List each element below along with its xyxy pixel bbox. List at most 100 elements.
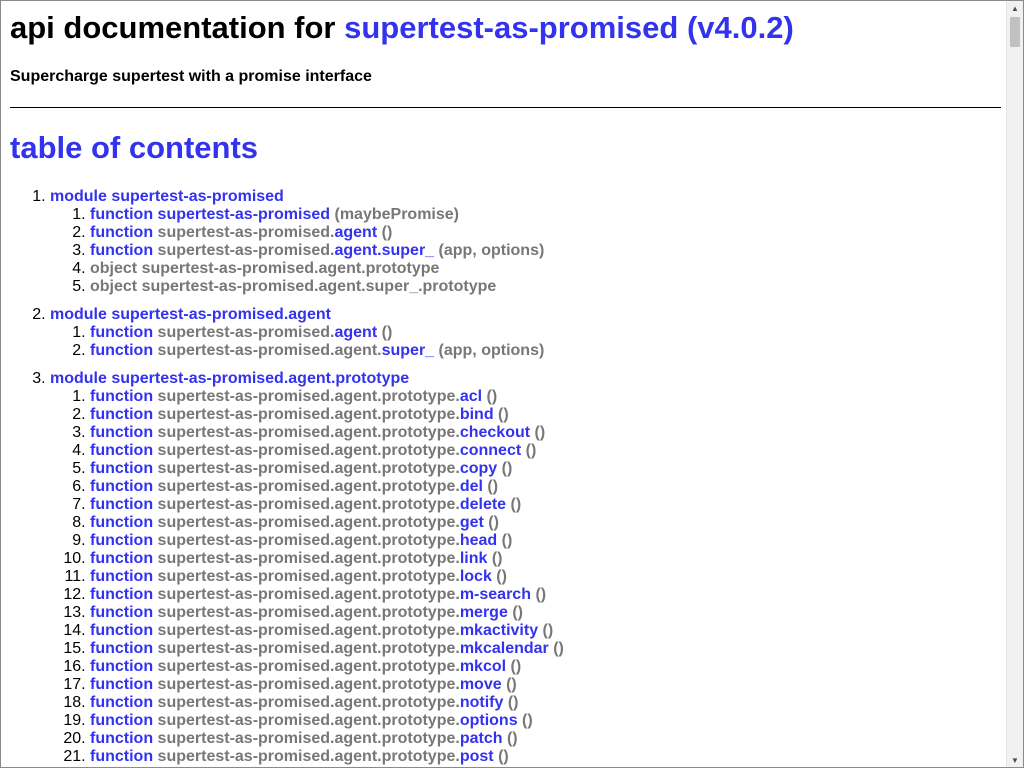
function-name-link[interactable]: mkcol xyxy=(460,658,506,675)
module-link[interactable]: module supertest-as-promised.agent.proto… xyxy=(50,370,409,387)
function-name-link[interactable]: notify xyxy=(460,694,504,711)
function-args: () xyxy=(486,388,498,405)
function-name-link[interactable]: post xyxy=(460,748,494,765)
function-name-link[interactable]: del xyxy=(460,478,483,495)
toc-module-list: module supertest-as-promisedfunction sup… xyxy=(10,188,564,767)
function-keyword-link[interactable]: function xyxy=(90,460,153,477)
toc-entry: function supertest-as-promised.agent.pro… xyxy=(90,748,564,766)
function-keyword-link[interactable]: function xyxy=(90,342,153,359)
module-link[interactable]: module supertest-as-promised.agent xyxy=(50,306,331,323)
namespace-prefix: supertest-as-promised.agent.prototype. xyxy=(157,712,460,729)
scroll-down-arrow-icon[interactable]: ▼ xyxy=(1007,753,1023,767)
function-name-link[interactable]: head xyxy=(460,532,497,549)
namespace-prefix: supertest-as-promised.agent.prototype. xyxy=(157,568,460,585)
function-name-link[interactable]: bind xyxy=(460,406,494,423)
toc-entry: function supertest-as-promised.agent.sup… xyxy=(90,342,564,360)
function-name-link[interactable]: mkcalendar xyxy=(460,640,549,657)
function-keyword-link[interactable]: function xyxy=(90,324,153,341)
function-name-link[interactable]: options xyxy=(460,712,518,729)
function-name-link[interactable]: agent xyxy=(334,324,377,341)
scroll-up-arrow-icon[interactable]: ▲ xyxy=(1007,1,1023,15)
function-name-link[interactable]: super_ xyxy=(382,342,434,359)
function-name-link[interactable]: merge xyxy=(460,604,508,621)
namespace-prefix: supertest-as-promised.agent.prototype. xyxy=(157,406,460,423)
page-title: api documentation for supertest-as-promi… xyxy=(10,10,794,46)
function-name-link[interactable]: m-search xyxy=(460,586,531,603)
namespace-prefix: supertest-as-promised.agent.prototype. xyxy=(157,730,460,747)
function-keyword-link[interactable]: function xyxy=(90,622,153,639)
function-args: () xyxy=(534,424,546,441)
function-keyword-link[interactable]: function xyxy=(90,640,153,657)
function-args: () xyxy=(501,532,513,549)
toc-entry: function supertest-as-promised.agent () xyxy=(90,324,564,342)
function-keyword-link[interactable]: function xyxy=(90,514,153,531)
function-keyword-link[interactable]: function xyxy=(90,442,153,459)
function-name-link[interactable]: agent xyxy=(334,224,377,241)
function-name-link[interactable]: move xyxy=(460,676,502,693)
toc-function-list: function supertest-as-promised.agent ()f… xyxy=(50,324,564,360)
function-name-link[interactable]: mkactivity xyxy=(460,622,538,639)
function-keyword-link[interactable]: function xyxy=(90,586,153,603)
function-name-link[interactable]: acl xyxy=(460,388,482,405)
toc-entry: function supertest-as-promised.agent.pro… xyxy=(90,442,564,460)
function-name-link[interactable]: copy xyxy=(460,460,497,477)
function-keyword-link[interactable]: function xyxy=(90,694,153,711)
toc-entry: function supertest-as-promised.agent.pro… xyxy=(90,568,564,586)
package-description: Supercharge supertest with a promise int… xyxy=(10,68,372,85)
vertical-scrollbar[interactable]: ▲ ▼ xyxy=(1006,1,1023,767)
package-link[interactable]: supertest-as-promised (v4.0.2) xyxy=(344,10,794,45)
function-keyword-link[interactable]: function xyxy=(90,406,153,423)
function-keyword-link[interactable]: function xyxy=(90,550,153,567)
function-keyword-link[interactable]: function xyxy=(90,206,153,223)
toc-entry: function supertest-as-promised.agent.pro… xyxy=(90,712,564,730)
function-args: () xyxy=(512,604,523,621)
function-keyword-link[interactable]: function xyxy=(90,532,153,549)
function-keyword-link[interactable]: function xyxy=(90,224,153,241)
function-args: () xyxy=(498,406,509,423)
function-keyword-link[interactable]: function xyxy=(90,730,153,747)
function-name-link[interactable]: lock xyxy=(460,568,492,585)
function-keyword-link[interactable]: function xyxy=(90,478,153,495)
function-args: () xyxy=(381,224,393,241)
toc-entry: function supertest-as-promised.agent.pro… xyxy=(90,550,564,568)
page-title-prefix: api documentation for xyxy=(10,10,336,45)
function-keyword-link[interactable]: function xyxy=(90,676,153,693)
function-keyword-link[interactable]: function xyxy=(90,496,153,513)
namespace-prefix: supertest-as-promised.agent.prototype. xyxy=(157,460,460,477)
object-entry: object supertest-as-promised.agent.proto… xyxy=(90,260,440,277)
function-name-link[interactable]: link xyxy=(460,550,488,567)
function-args: (maybePromise) xyxy=(334,206,460,223)
module-link[interactable]: module supertest-as-promised xyxy=(50,188,284,205)
function-name-link[interactable]: connect xyxy=(460,442,521,459)
function-args: (app, options) xyxy=(438,242,545,259)
toc-entry: function supertest-as-promised.agent.pro… xyxy=(90,604,564,622)
function-keyword-link[interactable]: function xyxy=(90,424,153,441)
toc-entry: function supertest-as-promised (maybePro… xyxy=(90,206,564,224)
function-keyword-link[interactable]: function xyxy=(90,242,153,259)
function-name-link[interactable]: patch xyxy=(460,730,503,747)
function-args: () xyxy=(525,442,537,459)
function-keyword-link[interactable]: function xyxy=(90,712,153,729)
namespace-prefix: supertest-as-promised.agent.prototype. xyxy=(157,514,460,531)
toc-entry: object supertest-as-promised.agent.proto… xyxy=(90,260,564,278)
toc-entry: function supertest-as-promised.agent.pro… xyxy=(90,478,564,496)
function-name-link[interactable]: checkout xyxy=(460,424,530,441)
object-entry: object supertest-as-promised.agent.super… xyxy=(90,278,497,295)
function-args: () xyxy=(553,640,564,657)
function-name-link[interactable]: delete xyxy=(460,496,506,513)
toc-module-item: module supertest-as-promised.agent.proto… xyxy=(50,370,564,766)
function-args: () xyxy=(487,478,499,495)
function-keyword-link[interactable]: function xyxy=(90,568,153,585)
horizontal-rule xyxy=(10,107,1001,108)
function-name-link[interactable]: agent.super_ xyxy=(334,242,434,259)
namespace-prefix: supertest-as-promised.agent.prototype. xyxy=(157,442,460,459)
function-args: () xyxy=(381,324,393,341)
function-keyword-link[interactable]: function xyxy=(90,748,153,765)
function-keyword-link[interactable]: function xyxy=(90,388,153,405)
scrollbar-thumb[interactable] xyxy=(1010,17,1020,47)
function-keyword-link[interactable]: function xyxy=(90,604,153,621)
function-keyword-link[interactable]: function xyxy=(90,658,153,675)
function-name-link[interactable]: get xyxy=(460,514,484,531)
function-name-link[interactable]: supertest-as-promised xyxy=(158,206,331,223)
toc-entry: function supertest-as-promised.agent.pro… xyxy=(90,640,564,658)
